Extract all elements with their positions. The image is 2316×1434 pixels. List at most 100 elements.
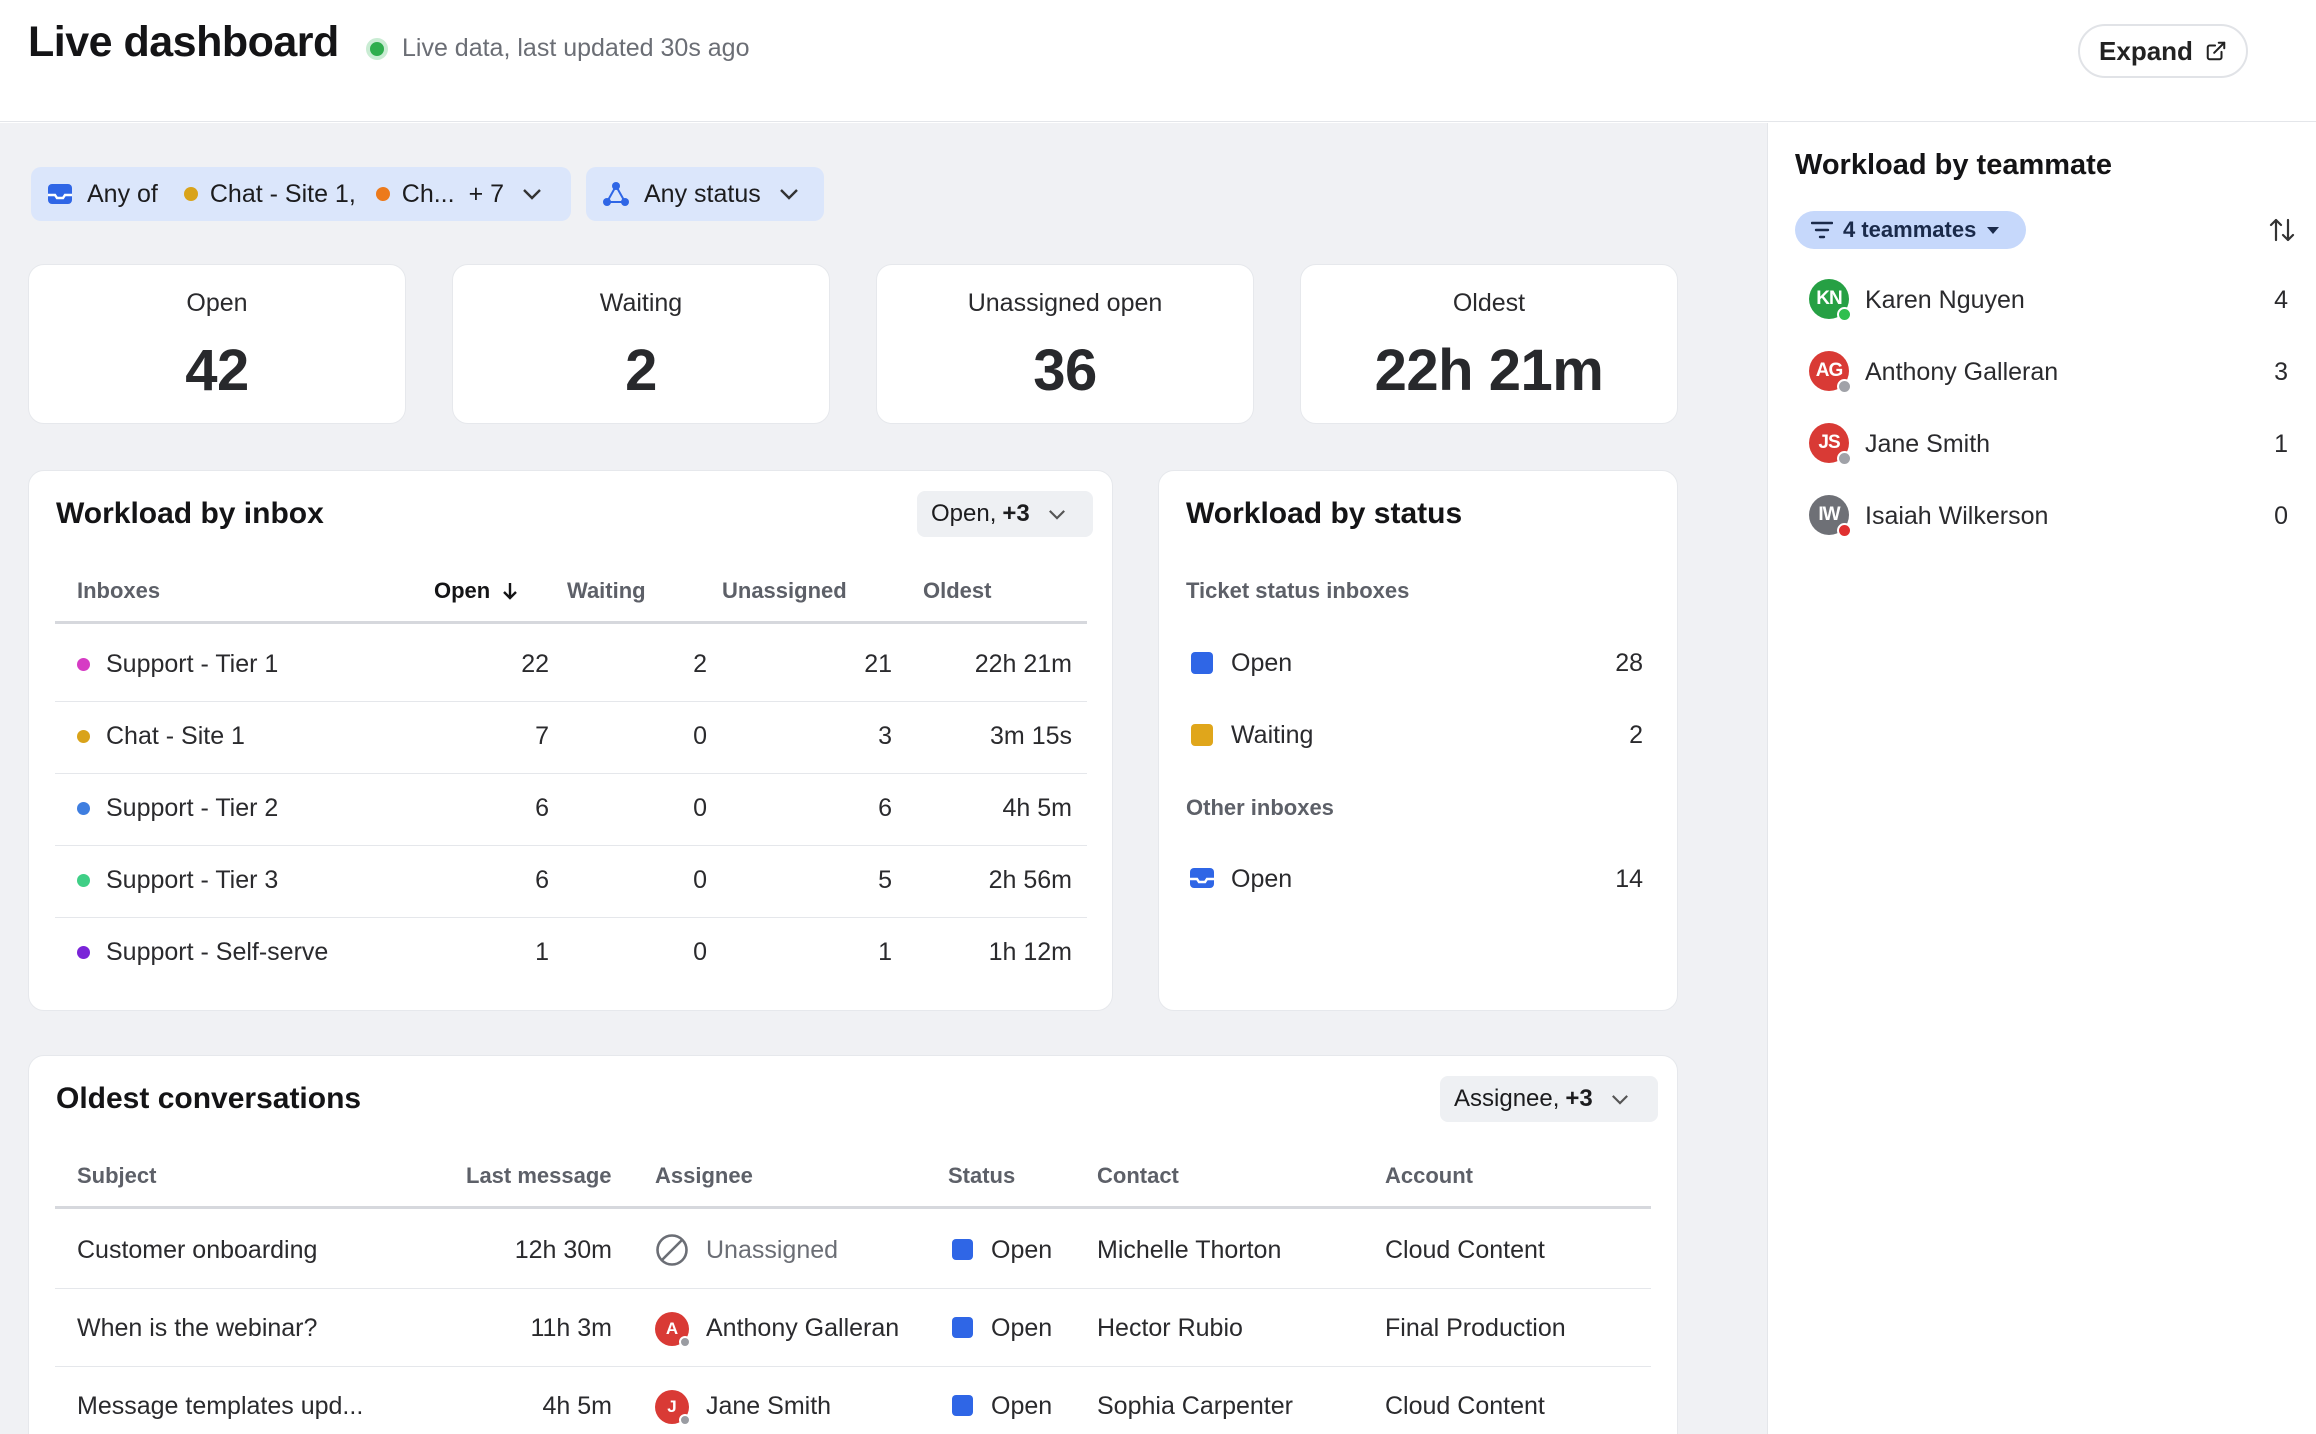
teammate-count: 1 [2274,430,2288,458]
teammate-filter-button[interactable]: 4 teammates [1795,211,2027,249]
contact-name: Hector Rubio [1097,1314,1243,1342]
conversation-status: Open [991,1392,1053,1420]
stat-card-unassigned: Unassigned open 36 [876,264,1254,424]
last-message-time: 12h 30m [514,1236,612,1264]
teammate-count: 0 [2274,502,2288,530]
chevron-down-icon [1048,509,1065,520]
stat-value: 2 [625,338,657,403]
column-header-sorted[interactable]: Open [434,578,518,604]
status-filter-chip[interactable]: Any status [586,167,824,221]
inbox-icon [1190,868,1214,888]
column-header[interactable]: Unassigned [722,578,847,604]
column-header[interactable]: Waiting [567,578,646,604]
inbox-color-dot [77,946,90,959]
row-divider [55,845,1087,846]
table-header-divider [55,621,1087,624]
status-label: Waiting [1231,721,1314,749]
inbox-columns-select[interactable]: Open, +3 [917,491,1093,537]
assignee-name: Anthony Galleran [706,1314,900,1342]
chevron-down-icon [779,188,799,200]
contact-name: Michelle Thorton [1097,1236,1282,1264]
live-status-text: Live data, last updated 30s ago [402,34,750,62]
table-header-divider [55,1206,1651,1209]
open-count: 6 [535,866,549,894]
stat-card-waiting: Waiting 2 [452,264,830,424]
teammate-count: 4 [2274,286,2288,314]
workload-by-status-card: Workload by status Ticket status inboxes… [1158,470,1678,1011]
expand-label: Expand [2099,35,2193,66]
open-count: 7 [535,722,549,750]
stat-card-open: Open 42 [28,264,406,424]
waiting-count: 0 [693,794,707,822]
status-count: 28 [1615,649,1643,677]
column-header[interactable]: Last message [466,1163,612,1189]
oldest-time: 1h 12m [988,938,1072,966]
oldest-time: 22h 21m [974,650,1072,678]
status-label: Open [1231,865,1293,893]
status-color-square [1191,724,1213,746]
presence-indicator [1837,523,1852,538]
expand-button[interactable]: Expand [2078,24,2248,78]
last-message-time: 11h 3m [530,1314,612,1342]
unassigned-icon [656,1234,688,1266]
workload-by-inbox-card: Workload by inbox Open, +3 Inboxes Open W… [28,470,1113,1011]
column-header[interactable]: Oldest [923,578,991,604]
inbox-color-dot [77,730,90,743]
last-message-time: 4h 5m [542,1392,612,1420]
unassigned-count: 6 [878,794,892,822]
assignee-name: Unassigned [706,1236,839,1264]
status-color-square [952,1317,973,1338]
status-color-square [952,1239,973,1260]
stat-label: Waiting [599,289,683,317]
teammate-name: Jane Smith [1865,430,1991,458]
inbox-filter-chip[interactable]: Any of Chat - Site 1, Ch... + 7 [31,167,571,221]
column-header[interactable]: Contact [1097,1163,1179,1189]
account-name: Cloud Content [1385,1236,1545,1264]
account-name: Cloud Content [1385,1392,1545,1420]
column-header[interactable]: Subject [77,1163,156,1189]
chevron-down-icon [522,188,542,200]
oldest-conversations-card: Oldest conversations Assignee, +3 Subject… [28,1055,1678,1434]
teammate-name: Isaiah Wilkerson [1865,502,2049,530]
column-header[interactable]: Inboxes [77,578,160,604]
open-count: 22 [521,650,549,678]
stat-label: Oldest [1452,289,1526,317]
external-link-icon [2206,41,2226,61]
row-divider [55,1288,1651,1289]
status-label: Open [1231,649,1293,677]
presence-indicator [1837,307,1852,322]
oldest-time: 3m 15s [990,722,1072,750]
row-divider [55,773,1087,774]
presence-indicator [1837,379,1852,394]
live-indicator-icon [366,37,388,60]
inbox-name: Support - Tier 1 [106,650,279,678]
stat-value: 22h 21m [1374,338,1604,403]
teammate-name: Anthony Galleran [1865,358,2059,386]
stat-value: 36 [1033,338,1097,403]
inbox-name: Chat - Site 1 [106,722,245,750]
stat-card-oldest: Oldest 22h 21m [1300,264,1678,424]
conversation-columns-select[interactable]: Assignee, +3 [1440,1076,1658,1122]
conversation-subject: When is the webinar? [77,1314,318,1342]
stat-value: 42 [185,338,249,403]
inbox-color-dot [77,874,90,887]
card-title: Workload by inbox [56,497,324,530]
status-icon [602,180,630,208]
status-filter-label: Any status [644,179,761,208]
main-area: Any of Chat - Site 1, Ch... + 7 Any stat… [0,123,1767,1434]
row-divider [55,701,1087,702]
column-header[interactable]: Account [1385,1163,1473,1189]
unassigned-count: 21 [864,650,892,678]
status-color-square [1191,652,1213,674]
status-count: 14 [1615,865,1643,893]
column-header[interactable]: Assignee [655,1163,753,1189]
unassigned-count: 5 [878,866,892,894]
presence-indicator [679,1414,691,1426]
waiting-count: 0 [693,722,707,750]
sort-icon[interactable] [2268,217,2296,243]
chevron-down-icon [1611,1094,1628,1105]
waiting-count: 2 [693,650,707,678]
oldest-time: 2h 56m [988,866,1072,894]
section-heading: Ticket status inboxes [1186,578,1410,603]
column-header[interactable]: Status [948,1163,1015,1189]
